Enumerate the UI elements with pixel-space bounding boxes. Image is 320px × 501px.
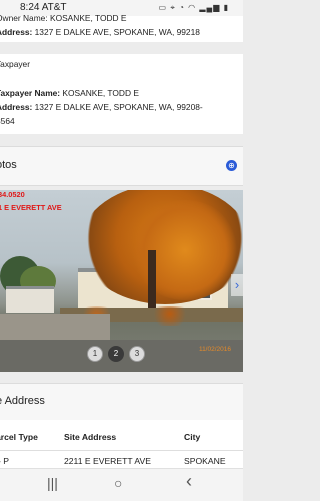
column-header-site-address: Site Address	[64, 432, 117, 442]
property-photo[interactable]: 34.0520 1 E EVERETT AVE 11/02/2016 › 123	[0, 190, 243, 372]
site-address-title: e Address	[0, 395, 45, 407]
owner-address-row: Address: 1327 E DALKE AVE, SPOKANE, WA, …	[0, 27, 200, 37]
photo-parcel-overlay: 34.0520	[0, 190, 25, 199]
photos-title: otos	[0, 159, 17, 171]
site-address-header[interactable]: e Address	[0, 383, 243, 421]
alarm-icon: ◔	[179, 3, 185, 12]
column-header-city: City	[184, 432, 201, 442]
taxpayer-address-label: Address:	[0, 102, 33, 112]
cell-parcel-type: - P	[0, 456, 9, 466]
tree-trunk	[148, 250, 156, 310]
message-icon: ▭	[158, 3, 168, 12]
column-header-parcel-type: arcel Type	[0, 432, 38, 442]
owner-section: Owner Name: KOSANKE, TODD E Address: 132…	[0, 13, 243, 42]
owner-name-row: Owner Name: KOSANKE, TODD E	[0, 13, 126, 23]
taxpayer-heading: Taxpayer	[0, 59, 30, 69]
status-icons: ▭ ⌖ ◔ ◠ ▂▄▆ ▮	[159, 0, 229, 16]
wifi-icon: ◠	[188, 3, 197, 12]
next-photo-chevron-icon[interactable]: ›	[231, 274, 243, 296]
taxpayer-address-line2: 3564	[0, 116, 15, 126]
tree-canopy	[130, 200, 240, 300]
owner-name-value: KOSANKE, TODD E	[50, 13, 127, 23]
battery-icon: ▮	[223, 3, 229, 12]
table-divider	[0, 450, 243, 451]
taxpayer-name-row: Taxpayer Name: KOSANKE, TODD E	[0, 88, 139, 98]
location-icon: ⌖	[170, 3, 176, 12]
driveway	[0, 314, 110, 340]
pager-dot-1[interactable]: 1	[87, 346, 103, 362]
pager-dot-2[interactable]: 2	[108, 346, 124, 362]
taxpayer-address-value: 1327 E DALKE AVE, SPOKANE, WA, 99208-	[34, 102, 203, 112]
taxpayer-name-label: Taxpayer Name:	[0, 88, 61, 98]
photo-date-overlay: 11/02/2016	[198, 346, 231, 353]
photo-address-overlay: 1 E EVERETT AVE	[0, 203, 62, 212]
recent-apps-icon[interactable]: |||	[47, 475, 58, 491]
back-icon[interactable]: ‹	[186, 471, 192, 492]
garage-shape	[6, 286, 54, 313]
cell-city: SPOKANE	[184, 456, 226, 466]
system-nav-bar: ||| ○ ‹	[0, 468, 243, 501]
owner-name-label: Owner Name:	[0, 13, 48, 23]
pager-dot-3[interactable]: 3	[129, 346, 145, 362]
owner-address-label: Address:	[0, 27, 33, 37]
cell-site-address[interactable]: 2211 E EVERETT AVE	[64, 456, 151, 466]
owner-address-value: 1327 E DALKE AVE, SPOKANE, WA, 99218	[34, 27, 200, 37]
photos-header[interactable]: otos ⊕	[0, 146, 243, 186]
globe-icon[interactable]: ⊕	[226, 160, 237, 171]
signal-icon: ▂▄▆	[199, 3, 221, 12]
home-icon[interactable]: ○	[114, 475, 122, 491]
site-address-table: arcel Type Site Address City - P 2211 E …	[0, 420, 243, 468]
taxpayer-address-row: Address: 1327 E DALKE AVE, SPOKANE, WA, …	[0, 102, 203, 112]
photo-pager: 123	[87, 343, 150, 362]
taxpayer-name-value: KOSANKE, TODD E	[62, 88, 139, 98]
taxpayer-section: Taxpayer Taxpayer Name: KOSANKE, TODD E …	[0, 54, 243, 134]
